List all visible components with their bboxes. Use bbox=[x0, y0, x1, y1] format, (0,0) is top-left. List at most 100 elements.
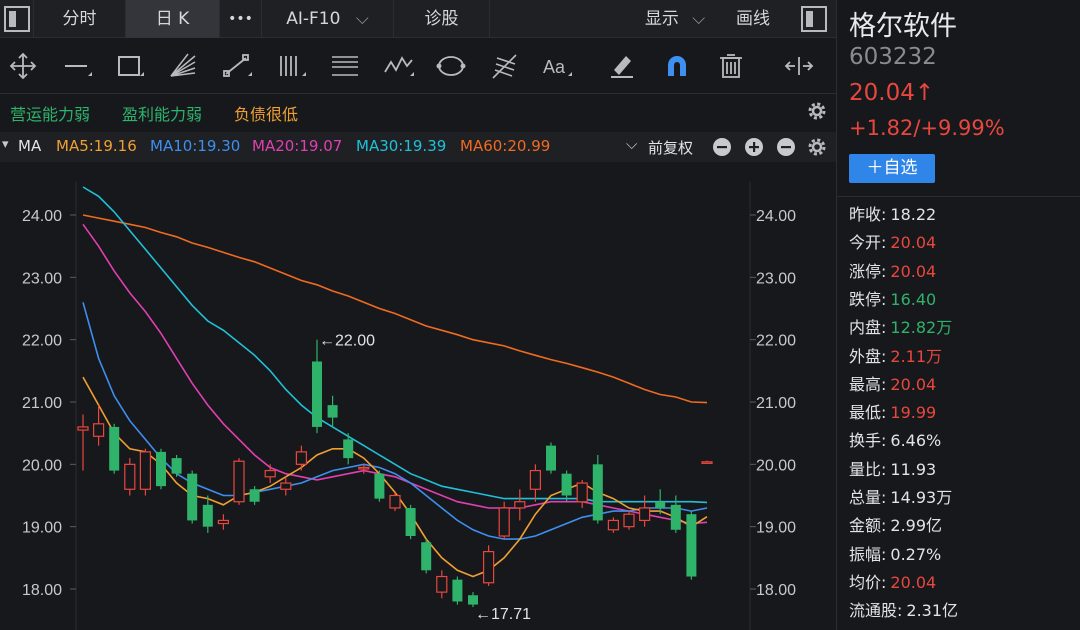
candle bbox=[374, 470, 385, 502]
stat-row: 昨收: 18.22 bbox=[849, 202, 936, 228]
stat-row: 振幅: 0.27% bbox=[849, 542, 941, 568]
gear-icon[interactable] bbox=[806, 136, 828, 162]
stock-tags: 营运能力弱 盈利能力弱 负债很低 bbox=[0, 94, 836, 130]
magnet-icon[interactable] bbox=[660, 50, 694, 82]
layout-right[interactable] bbox=[796, 0, 836, 38]
tag-profitability[interactable]: 盈利能力弱 bbox=[122, 101, 202, 125]
eraser-icon[interactable] bbox=[604, 50, 638, 82]
rect-icon[interactable] bbox=[112, 50, 146, 82]
fan-icon[interactable] bbox=[166, 50, 200, 82]
hline-icon[interactable] bbox=[60, 50, 94, 82]
candle-body bbox=[249, 489, 260, 502]
candle bbox=[468, 592, 478, 608]
candle-body bbox=[295, 451, 307, 465]
stat-label: 最高: bbox=[849, 374, 887, 394]
candle-body bbox=[529, 469, 542, 490]
stat-label: 换手: bbox=[849, 431, 887, 451]
y-tick-label-right: 24.00 bbox=[756, 208, 796, 225]
stat-label: 均价: bbox=[849, 572, 887, 592]
pitchfork-icon[interactable] bbox=[488, 50, 522, 82]
stat-row: 换手: 6.46% bbox=[849, 428, 941, 454]
tab-daily-k[interactable]: 日 K bbox=[126, 0, 220, 38]
stat-label: 金额: bbox=[849, 516, 887, 536]
minus-circle-icon[interactable] bbox=[712, 137, 732, 161]
candle-body bbox=[233, 460, 245, 503]
stat-label: 最低: bbox=[849, 403, 887, 423]
stat-value: 6.46% bbox=[890, 431, 942, 451]
crosshair-icon[interactable] bbox=[6, 50, 40, 82]
candle bbox=[686, 511, 697, 580]
candle-body bbox=[405, 507, 416, 537]
drawing-toolbar: Aa bbox=[0, 38, 836, 94]
stat-row: 金额: 2.99亿 bbox=[849, 513, 942, 539]
tab-zhengu[interactable]: 诊股 bbox=[394, 0, 490, 38]
stock-name: 格尔软件 bbox=[849, 11, 957, 42]
candle bbox=[436, 570, 448, 599]
stock-price: 20.04↑ bbox=[849, 80, 935, 106]
tag-operating[interactable]: 营运能力弱 bbox=[10, 101, 90, 125]
layout-panel-icon[interactable] bbox=[801, 6, 827, 32]
minus-circle-icon[interactable] bbox=[776, 137, 796, 161]
candle bbox=[124, 458, 136, 496]
tab-ai-f10-label: AI-F10 bbox=[286, 9, 341, 29]
ma60-value: MA60:20.99 bbox=[460, 137, 551, 155]
candle-body bbox=[498, 507, 510, 537]
candle-body bbox=[670, 504, 681, 530]
stat-value: 2.11万 bbox=[890, 346, 943, 366]
candle-body bbox=[701, 461, 713, 464]
candle-body bbox=[312, 361, 322, 427]
chevron-down-icon[interactable]: ⌵ bbox=[626, 135, 637, 153]
stat-value: 11.93 bbox=[890, 459, 937, 479]
candle-body bbox=[343, 439, 354, 459]
y-tick-label-left: 20.00 bbox=[22, 457, 62, 474]
y-tick-label-left: 24.00 bbox=[22, 208, 62, 225]
add-watchlist-button[interactable]: ＋自选 bbox=[849, 154, 935, 183]
candle-body bbox=[156, 451, 166, 487]
candle-body bbox=[452, 579, 463, 602]
candle-body bbox=[374, 473, 385, 499]
plus-circle-icon[interactable] bbox=[744, 137, 764, 161]
trash-icon[interactable] bbox=[714, 50, 748, 82]
candle bbox=[171, 454, 182, 477]
fib-icon[interactable] bbox=[328, 50, 362, 82]
candle bbox=[452, 576, 463, 605]
kline-chart[interactable]: 24.00 23.00 22.00 21.00 20.00 19.00 18.00 24.0… bbox=[0, 162, 836, 630]
candle-body bbox=[686, 514, 697, 577]
y-tick-label-left: 21.00 bbox=[22, 395, 62, 412]
gear-icon[interactable] bbox=[806, 100, 828, 126]
tab-ai-f10[interactable]: AI-F10 ⌵ bbox=[262, 0, 394, 38]
candle-body bbox=[171, 458, 182, 474]
more-button[interactable]: ••• bbox=[220, 0, 262, 38]
ma-collapse-icon[interactable]: ▾ bbox=[2, 137, 9, 152]
layout-left[interactable] bbox=[0, 0, 34, 38]
candle-body bbox=[358, 466, 370, 470]
ma-legend-bar: ▾ MA MA5:19.16 MA10:19.30 MA20:19.07 MA3… bbox=[0, 132, 836, 162]
text-icon[interactable]: Aa bbox=[540, 50, 574, 82]
tab-fenshi[interactable]: 分时 bbox=[34, 0, 126, 38]
candle bbox=[546, 442, 556, 474]
candle bbox=[529, 464, 542, 502]
layout-panel-icon[interactable] bbox=[4, 6, 30, 32]
stat-row: 内盘: 12.82万 bbox=[849, 315, 952, 341]
segment-icon[interactable] bbox=[220, 50, 254, 82]
draw-line-button[interactable]: 画线 bbox=[722, 0, 784, 38]
display-dropdown[interactable]: 显示 ⌵ bbox=[630, 0, 720, 38]
stat-label: 振幅: bbox=[849, 544, 887, 564]
ellipse-icon[interactable] bbox=[434, 50, 468, 82]
y-tick-label-right: 20.00 bbox=[756, 457, 796, 474]
ma30-value: MA30:19.39 bbox=[356, 137, 447, 155]
stock-change: +1.82/+9.99% bbox=[849, 116, 1005, 140]
candle bbox=[389, 492, 401, 512]
wave-icon[interactable] bbox=[382, 50, 416, 82]
tag-debt[interactable]: 负债很低 bbox=[234, 101, 298, 125]
channel-icon[interactable] bbox=[274, 50, 308, 82]
candle-body bbox=[561, 473, 572, 496]
candle-body bbox=[139, 451, 151, 490]
stat-value: 16.40 bbox=[890, 289, 937, 309]
candle-body bbox=[217, 519, 229, 525]
expand-icon[interactable] bbox=[782, 50, 816, 82]
candle-body bbox=[92, 423, 105, 437]
ma-label[interactable]: MA bbox=[18, 137, 41, 155]
adjust-dropdown[interactable]: 前复权 bbox=[648, 137, 693, 158]
stat-value: 2.31亿 bbox=[906, 601, 959, 621]
